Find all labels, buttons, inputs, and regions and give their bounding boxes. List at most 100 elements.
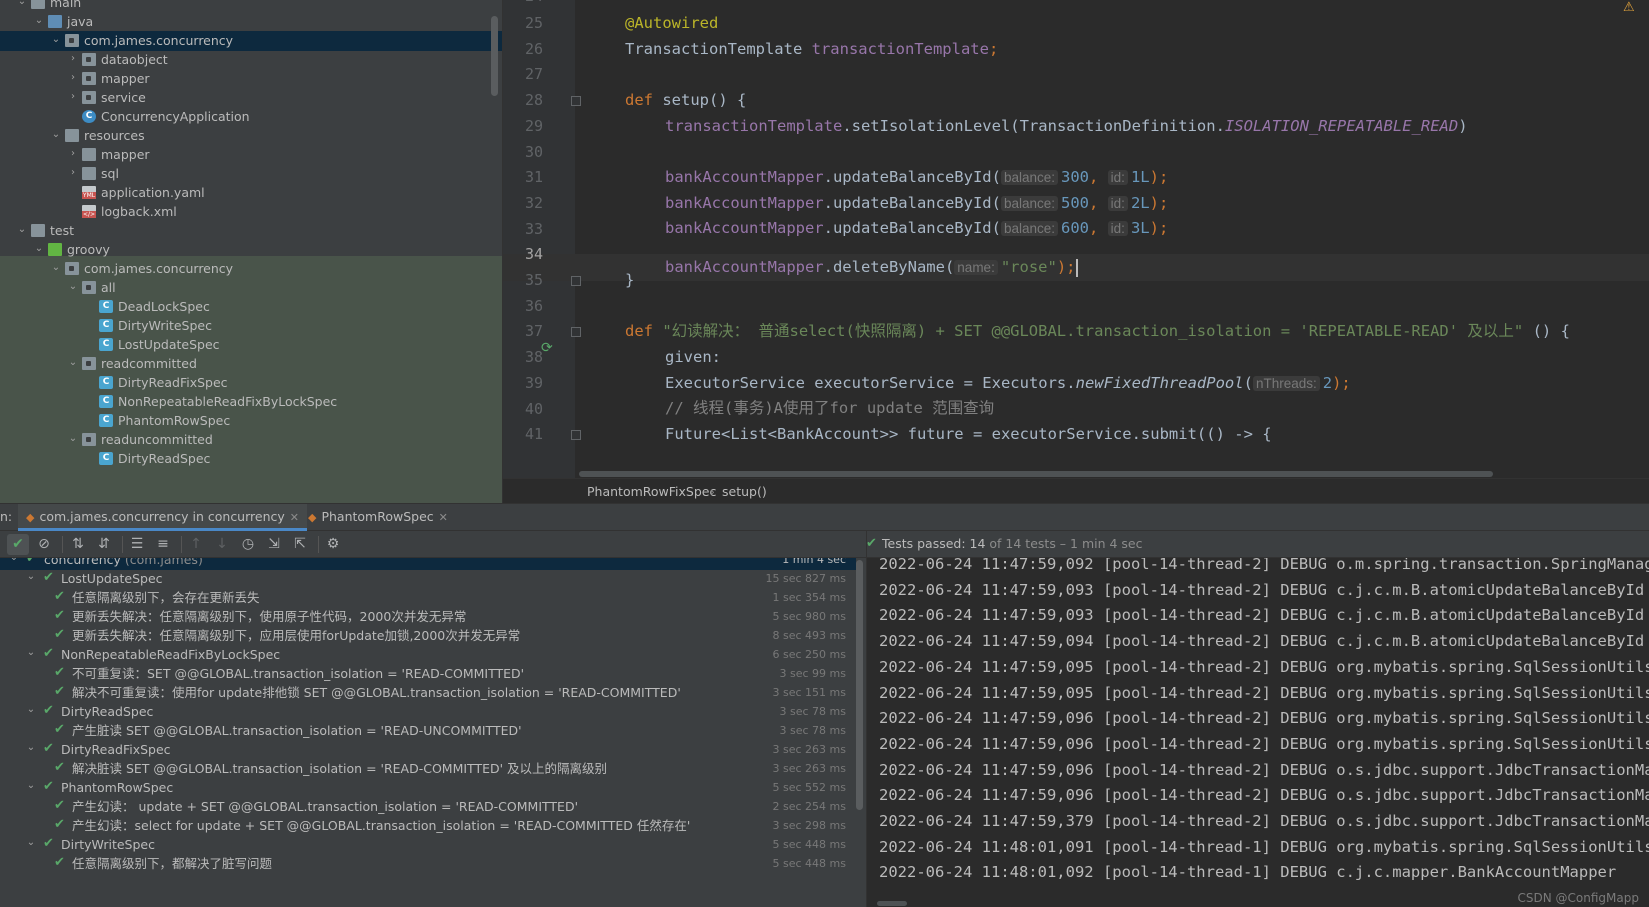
tree-item[interactable]: › service [0, 88, 502, 108]
tab-run-config[interactable]: ◆ PhantomRowSpec ✕ [300, 504, 456, 531]
test-case-row[interactable]: ✔ 任意隔离级别下，都解决了脏写问题 5 sec 448 ms [0, 854, 856, 874]
chevron-down-icon[interactable]: ⌄ [50, 128, 62, 142]
show-ignored-icon[interactable]: ⊘ [33, 534, 55, 555]
tree-item[interactable]: › dataobject [0, 50, 502, 70]
tree-item[interactable]: C DirtyReadSpec [0, 449, 502, 469]
tree-item[interactable]: ⌄ all [0, 278, 502, 298]
gear-icon[interactable]: ⚙ [322, 534, 344, 555]
test-case-row[interactable]: ✔ 产生幻读：select for update + SET @@GLOBAL.t… [0, 816, 856, 836]
tree-item[interactable]: application.yaml [0, 183, 502, 203]
editor-horizontal-scrollbar[interactable] [579, 471, 1493, 477]
previous-failed-icon[interactable]: ↑ [185, 534, 207, 555]
breadcrumb-method[interactable]: setup() [722, 484, 767, 499]
test-case-row[interactable]: ✔ 产生幻读： update + SET @@GLOBAL.transaction… [0, 797, 856, 817]
chevron-down-icon[interactable]: ⌄ [67, 432, 79, 446]
chevron-right-icon[interactable]: › [67, 71, 79, 85]
chevron-down-icon[interactable]: ⌄ [25, 704, 37, 715]
tree-item[interactable]: › mapper [0, 145, 502, 165]
warning-icon[interactable]: ⚠ [1623, 0, 1635, 15]
breadcrumb: PhantomRowFixSpec › setup() [503, 478, 1649, 503]
tree-scrollbar[interactable] [491, 16, 498, 96]
fold-marker-icon[interactable] [571, 430, 581, 440]
fold-marker-icon[interactable] [571, 96, 581, 106]
tree-item[interactable]: ⌄ groovy [0, 240, 502, 260]
close-icon[interactable]: ✕ [290, 511, 299, 524]
test-suite-row[interactable]: ⌄ ✔ DirtyReadFixSpec 3 sec 263 ms [0, 740, 856, 760]
chevron-down-icon[interactable]: ⌄ [25, 742, 37, 753]
sort-by-duration-icon[interactable]: ⇵ [93, 534, 115, 555]
chevron-right-icon[interactable]: › [67, 166, 79, 180]
breadcrumb-class[interactable]: PhantomRowFixSpec [587, 484, 716, 499]
chevron-down-icon[interactable]: ⌄ [25, 780, 37, 791]
export-results-icon[interactable]: ⇱ [289, 534, 311, 555]
chevron-down-icon[interactable]: ⌄ [50, 33, 62, 47]
tree-item[interactable]: C NonRepeatableReadFixByLockSpec [0, 392, 502, 412]
show-passed-icon[interactable]: ✔ [7, 534, 29, 555]
console-horizontal-scrollbar[interactable] [877, 901, 907, 906]
chevron-down-icon[interactable]: ⌄ [33, 14, 45, 28]
code-editor[interactable]: 2526272829303132333435363738394041 24 ⟳ … [503, 0, 1649, 478]
test-case-row[interactable]: ✔ 任意隔离级别下，会存在更新丢失 1 sec 354 ms [0, 588, 856, 608]
results-scrollbar[interactable] [856, 560, 863, 810]
chevron-down-icon[interactable]: ⌄ [8, 558, 20, 563]
expand-all-icon[interactable]: ☰ [126, 534, 148, 555]
code-line: ExecutorService executorService = Execut… [665, 370, 1351, 397]
tree-item[interactable]: C DeadLockSpec [0, 297, 502, 317]
console-output[interactable]: 2022-06-24 11:47:59,092 [pool-14-thread-… [867, 558, 1649, 907]
tree-item[interactable]: ⌄ readuncommitted [0, 430, 502, 450]
chevron-down-icon[interactable]: ⌄ [67, 356, 79, 370]
method-call: .deleteByName( [823, 258, 955, 276]
tree-item[interactable]: › sql [0, 164, 502, 184]
tree-item[interactable]: ⌄ test [0, 221, 502, 241]
tree-item[interactable]: › mapper [0, 69, 502, 89]
tree-item[interactable]: ⌄ java [0, 12, 502, 32]
close-icon[interactable]: ✕ [439, 511, 448, 524]
tree-item[interactable]: ⌄ readcommitted [0, 354, 502, 374]
static-method: newFixedThreadPool [1075, 374, 1244, 392]
tab-run-config-active[interactable]: ◆ com.james.concurrency in concurrency ✕ [18, 504, 307, 531]
tree-item[interactable]: C ConcurrencyApplication [0, 107, 502, 127]
sort-alphabetically-icon[interactable]: ⇅ [67, 534, 89, 555]
test-case-row[interactable]: ✔ 解决不可重复读：使用for update排他锁 SET @@GLOBAL.tr… [0, 683, 856, 703]
chevron-down-icon[interactable]: ⌄ [50, 261, 62, 275]
chevron-right-icon[interactable]: › [67, 90, 79, 104]
chevron-down-icon[interactable]: ⌄ [25, 837, 37, 848]
chevron-down-icon[interactable]: ⌄ [16, 0, 28, 9]
test-case-row[interactable]: ✔ 产生脏读 SET @@GLOBAL.transaction_isolation… [0, 721, 856, 741]
test-suite-row[interactable]: ⌄ ✔ LostUpdateSpec 15 sec 827 ms [0, 569, 856, 589]
tree-item[interactable]: C DirtyWriteSpec [0, 316, 502, 336]
tree-item[interactable]: ⌄ com.james.concurrency [0, 31, 502, 51]
chevron-right-icon[interactable]: › [67, 147, 79, 161]
chevron-down-icon[interactable]: ⌄ [33, 242, 45, 256]
chevron-down-icon[interactable]: ⌄ [16, 223, 28, 237]
tree-item[interactable]: C PhantomRowSpec [0, 411, 502, 431]
chevron-right-icon[interactable]: › [67, 52, 79, 66]
chevron-down-icon[interactable]: ⌄ [25, 647, 37, 658]
chevron-down-icon[interactable]: ⌄ [25, 571, 37, 582]
test-suite-row[interactable]: ⌄ ✔ DirtyReadSpec 3 sec 78 ms [0, 702, 856, 722]
console-line: 2022-06-24 11:47:59,096 [pool-14-thread-… [879, 786, 1649, 805]
fold-marker-icon[interactable] [571, 276, 581, 286]
run-test-gutter-icon[interactable]: ⟳ [541, 340, 557, 356]
fold-marker-icon[interactable] [571, 327, 581, 337]
tree-item[interactable]: ⌄ com.james.concurrency [0, 259, 502, 279]
test-case-row[interactable]: ✔ 解决脏读 SET @@GLOBAL.transaction_isolation… [0, 759, 856, 779]
test-suite-row[interactable]: ⌄ ✔ NonRepeatableReadFixByLockSpec 6 sec 25… [0, 645, 856, 665]
test-case-row[interactable]: ✔ 更新丢失解决：任意隔离级别下，应用层使用forUpdate加锁,2000次并发… [0, 626, 856, 646]
test-suite-row[interactable]: ⌄ ✔ DirtyWriteSpec 5 sec 448 ms [0, 835, 856, 855]
chevron-down-icon[interactable]: ⌄ [67, 280, 79, 294]
test-label: concurrency (com.james) [44, 558, 203, 568]
tree-item[interactable]: ⌄ resources [0, 126, 502, 146]
test-case-row[interactable]: ✔ 更新丢失解决：任意隔离级别下，使用原子性代码，2000次并发无异常 5 sec … [0, 607, 856, 627]
import-tests-icon[interactable]: ⇲ [263, 534, 285, 555]
test-history-icon[interactable]: ◷ [237, 534, 259, 555]
tree-item[interactable]: C LostUpdateSpec [0, 335, 502, 355]
test-case-row[interactable]: ✔ 不可重复读：SET @@GLOBAL.transaction_isolatio… [0, 664, 856, 684]
code-line: bankAccountMapper.updateBalanceById(bala… [665, 164, 1168, 191]
collapse-all-icon[interactable]: ≡ [152, 534, 174, 555]
tree-item[interactable]: logback.xml [0, 202, 502, 222]
test-suite-row[interactable]: ⌄ ✔ PhantomRowSpec 5 sec 552 ms [0, 778, 856, 798]
call-end: ); [1149, 194, 1169, 212]
tree-item[interactable]: C DirtyReadFixSpec [0, 373, 502, 393]
next-failed-icon[interactable]: ↓ [211, 534, 233, 555]
